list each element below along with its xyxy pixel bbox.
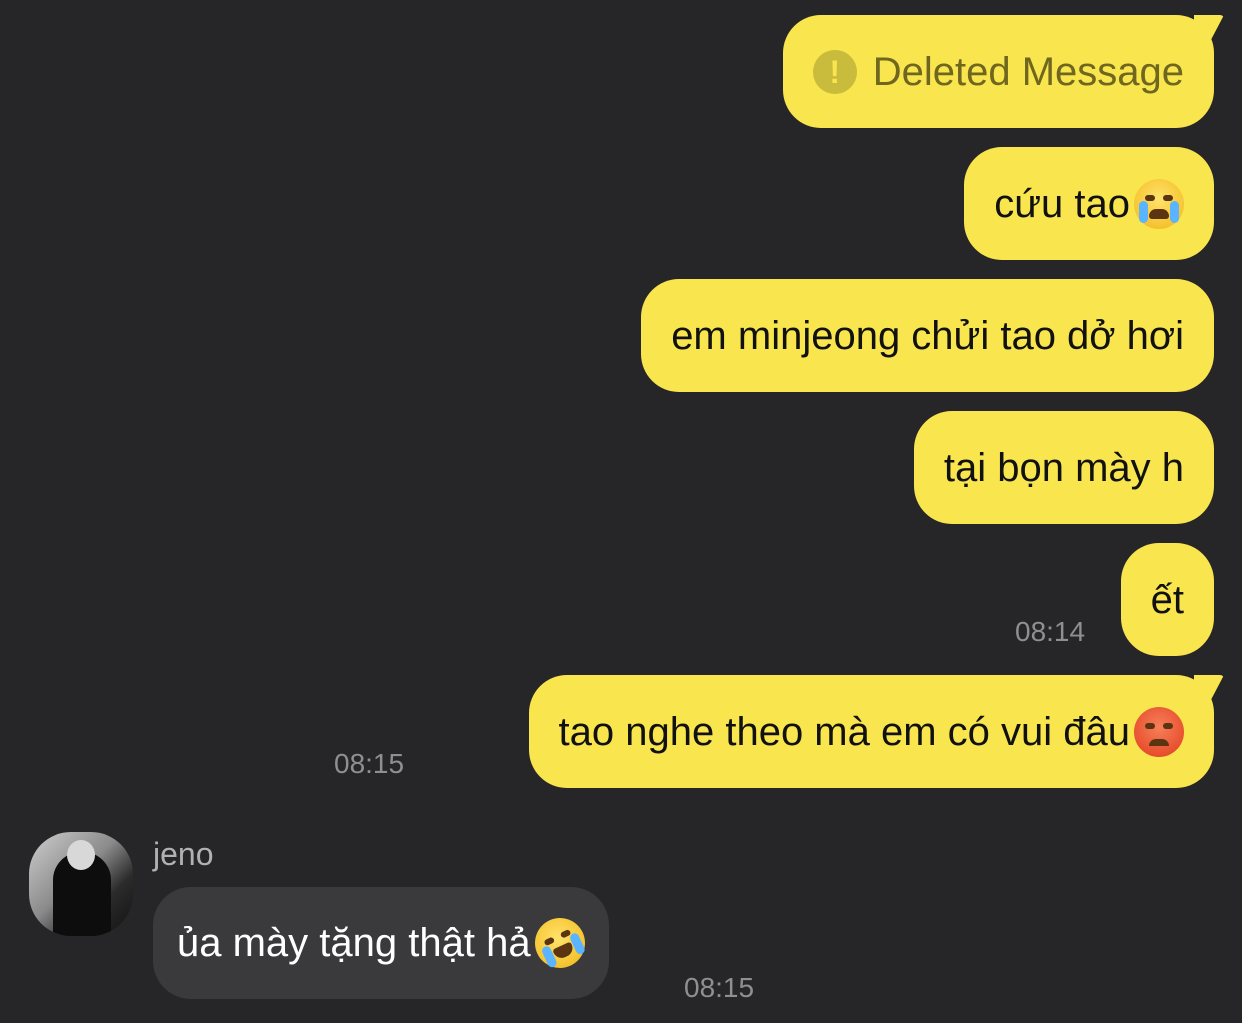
message-text: tại bọn mày h [943,445,1184,490]
message-text: cứu tao [994,181,1130,226]
avatar[interactable] [29,832,133,936]
message-timestamp: 08:15 [334,748,405,779]
message-text: tao nghe theo mà em có vui đâu [558,709,1130,754]
message-text: Deleted Message [872,49,1184,94]
message-text: ủa mày tặng thật hả [177,921,531,965]
message-timestamp: 08:15 [684,972,755,1003]
warning-icon: ! [812,49,857,94]
message-bubble[interactable]: ết [1120,543,1214,656]
message-bubble[interactable]: tao nghe theo mà em có vui đâu [528,675,1214,788]
sender-name: jeno [153,836,214,872]
message-text: ết [1150,577,1184,622]
message-bubble-incoming[interactable]: ủa mày tặng thật hả [153,887,609,999]
message-bubble[interactable]: tại bọn mày h [913,411,1214,524]
rolling-on-floor-laughing-emoji [526,909,593,977]
message-text: em minjeong chửi tao dở hơi [671,313,1184,358]
message-bubble[interactable]: em minjeong chửi tao dở hơi [641,279,1214,392]
loudly-crying-face-emoji [1134,178,1184,229]
message-bubble-deleted[interactable]: ! Deleted Message [782,15,1214,128]
message-timestamp: 08:14 [1015,616,1086,647]
pouting-face-emoji [1134,706,1184,757]
message-bubble[interactable]: cứu tao [964,147,1214,260]
